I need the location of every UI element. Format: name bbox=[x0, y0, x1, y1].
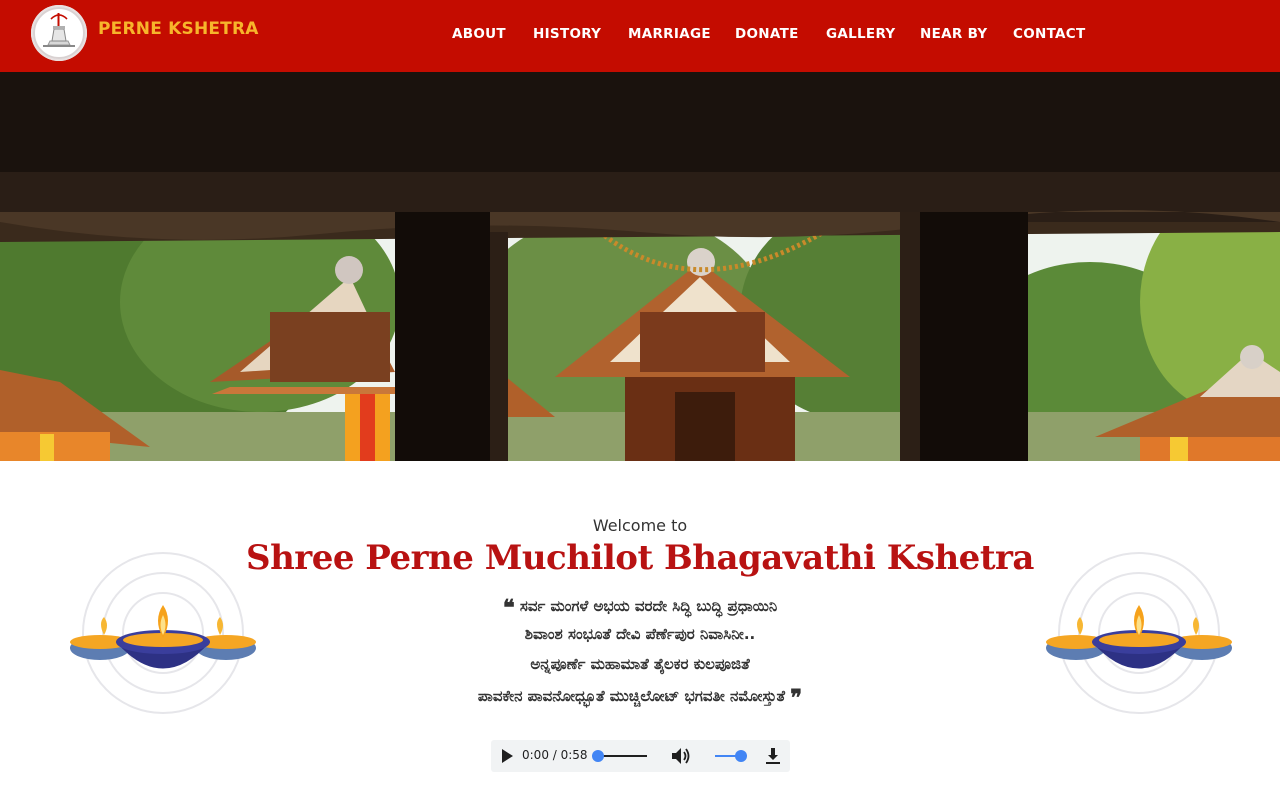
diya-lamp-icon bbox=[1044, 545, 1234, 720]
nav-history[interactable]: HISTORY bbox=[533, 26, 601, 42]
nav-contact[interactable]: CONTACT bbox=[1013, 26, 1086, 42]
diya-lamp-icon bbox=[68, 545, 258, 720]
seek-slider[interactable] bbox=[591, 749, 651, 763]
temple-logo-icon[interactable] bbox=[31, 5, 87, 61]
audio-player: 0:00 / 0:58 bbox=[491, 740, 790, 772]
verse-text-4: ಪಾವಕೇನ ಪಾವನೋಧ್ಭೂತೆ ಮುಚ್ಚಿಲೋಟ್ ಭಗವತೀ ನಮೋಸ… bbox=[477, 687, 786, 705]
nav-marriage[interactable]: MARRIAGE bbox=[628, 26, 711, 42]
nav-gallery[interactable]: GALLERY bbox=[826, 26, 896, 42]
nav-about[interactable]: ABOUT bbox=[452, 26, 506, 42]
nav-near-by[interactable]: NEAR BY bbox=[920, 26, 988, 42]
quote-open-icon: ❝ bbox=[502, 595, 515, 621]
download-icon[interactable] bbox=[765, 747, 781, 765]
play-icon[interactable] bbox=[499, 748, 515, 764]
nav-donate[interactable]: DONATE bbox=[735, 26, 799, 42]
welcome-text: Welcome to bbox=[592, 516, 688, 535]
hero-temple-image bbox=[0, 72, 1280, 461]
quote-close-icon: ❞ bbox=[790, 685, 803, 711]
volume-slider[interactable] bbox=[713, 749, 749, 763]
brand-name[interactable]: PERNE KSHETRA bbox=[98, 19, 259, 39]
audio-time: 0:00 / 0:58 bbox=[522, 748, 588, 762]
top-navbar: PERNE KSHETRA ABOUT HISTORY MARRIAGE DON… bbox=[0, 0, 1280, 72]
verse-text-1: ಸರ್ವ ಮಂಗಳೆ ಅಭಯ ವರದೇ ಸಿದ್ಧಿ ಬುದ್ಧಿ ಪ್ರಧಾಯ… bbox=[519, 597, 778, 615]
volume-icon[interactable] bbox=[671, 747, 691, 765]
